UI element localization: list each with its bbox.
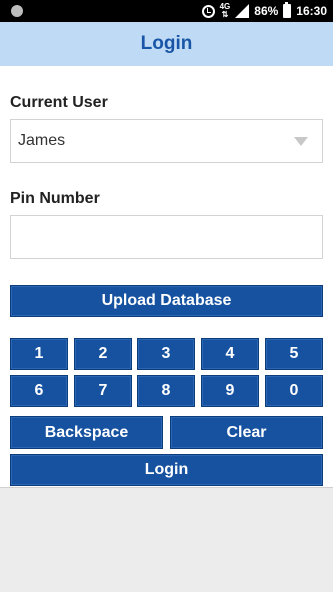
battery-icon [283,2,292,18]
login-panel: Current User James Pin Number Upload Dat… [0,66,333,488]
pin-number-field [10,215,323,259]
keypad-button-0[interactable]: 0 [265,375,323,407]
pin-number-input[interactable] [11,216,322,258]
upload-database-button[interactable]: Upload Database [10,285,323,317]
current-user-select[interactable]: James [10,119,323,163]
keypad-button-2[interactable]: 2 [74,338,132,370]
pin-number-label: Pin Number [10,190,100,207]
backspace-button[interactable]: Backspace [10,416,163,449]
status-icons: 4G ⇅ 86% 16:30 [201,2,327,19]
current-user-value: James [18,132,66,149]
keypad-button-3[interactable]: 3 [137,338,195,370]
clear-button[interactable]: Clear [170,416,323,449]
battery-percent: 86% [254,4,279,18]
data-arrows-icon: ⇅ [221,10,229,19]
page-title: Login [140,33,193,54]
notification-dot-icon [11,5,23,17]
keypad-button-1[interactable]: 1 [10,338,68,370]
keypad-button-7[interactable]: 7 [74,375,132,407]
keypad-button-8[interactable]: 8 [137,375,195,407]
signal-icon [235,4,250,18]
login-button[interactable]: Login [10,454,323,486]
dropdown-arrow-icon [294,137,308,146]
keypad-button-9[interactable]: 9 [201,375,259,407]
app-bar: Login [0,22,333,66]
network-type: 4G ⇅ [220,3,231,19]
current-user-label: Current User [10,94,108,111]
keypad-button-4[interactable]: 4 [201,338,259,370]
alarm-icon [201,4,215,18]
clock: 16:30 [296,4,327,18]
keypad-button-6[interactable]: 6 [10,375,68,407]
keypad-button-5[interactable]: 5 [265,338,323,370]
status-bar: 4G ⇅ 86% 16:30 [0,0,333,22]
